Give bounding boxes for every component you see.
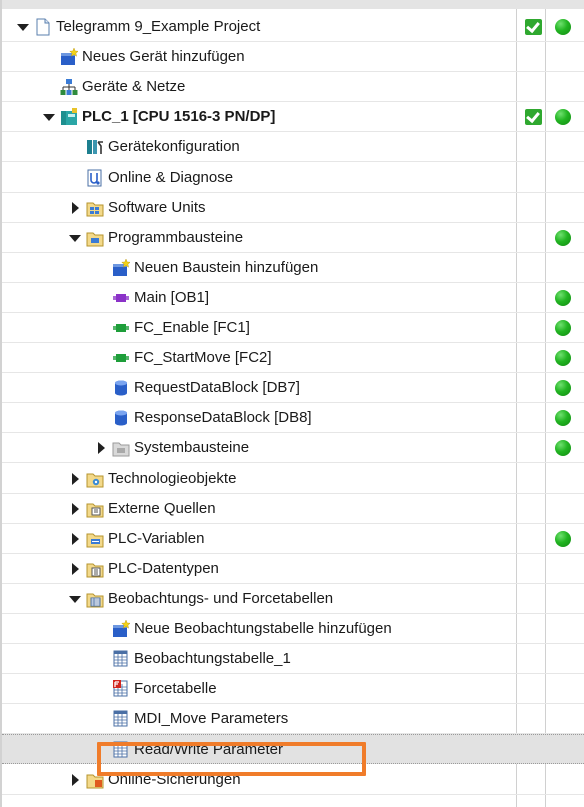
tree-item-fc-enable-fc1[interactable]: FC_Enable [FC1]: [2, 313, 584, 343]
tree-item-label: FC_Enable [FC1]: [134, 319, 250, 336]
tree-item-technologieobjekte[interactable]: Technologieobjekte: [2, 464, 584, 494]
tree-item-ger-te-netze[interactable]: Geräte & Netze: [2, 72, 584, 103]
tree-item-label: Neues Gerät hinzufügen: [82, 48, 245, 66]
db-block-icon: [112, 379, 130, 397]
tree-item-label: Beobachtungs- und Forcetabellen: [108, 589, 334, 607]
folder-blocks-icon: [86, 229, 104, 247]
watch-table-icon: [112, 650, 130, 668]
collapse-arrow-icon[interactable]: [42, 110, 56, 124]
tree-item-label: Software Units: [108, 198, 206, 216]
folder-tags-icon: [86, 530, 104, 548]
ob-block-icon: [112, 289, 130, 307]
tree-item-label: Systembausteine: [134, 439, 250, 457]
tree-item-label: FC_StartMove [FC2]: [134, 349, 272, 367]
tree-item-plc-datentypen[interactable]: PLC-Datentypen: [2, 554, 584, 584]
online-status-icon: [555, 380, 571, 397]
tree-item-label: Beobachtungstabelle_1: [134, 650, 291, 668]
tree-item-label: Externe Quellen: [108, 499, 216, 517]
expand-arrow-icon[interactable]: [68, 562, 82, 576]
tree-item-label: Programmbausteine: [108, 228, 244, 246]
folder-external-icon: [86, 500, 104, 518]
add-new-icon: [60, 48, 78, 66]
folder-units-icon: [86, 199, 104, 217]
tree-item-externe-quellen[interactable]: Externe Quellen: [2, 494, 584, 524]
add-new-icon: [112, 258, 130, 277]
folder-system-icon: [112, 439, 130, 457]
highlight-box: [97, 742, 366, 776]
tree-item-fc-startmove-fc2[interactable]: FC_StartMove [FC2]: [2, 343, 584, 374]
expand-arrow-icon[interactable]: [68, 472, 82, 486]
diagnostics-icon: [86, 169, 104, 187]
online-status-icon: [555, 530, 571, 547]
folder-datatypes-icon: [86, 560, 104, 578]
tree-item-neue-beobachtungstabelle-hinzuf-gen[interactable]: Neue Beobachtungstabelle hinzufügen: [2, 614, 584, 644]
online-status-icon: [555, 229, 571, 246]
tree-item-label: PLC_1 [CPU 1516-3 PN/DP]: [82, 108, 276, 126]
tree-item-label: RequestDataBlock [DB7]: [134, 379, 300, 397]
fc-block-icon: [112, 349, 130, 367]
tree-item-label: Main [OB1]: [134, 288, 210, 306]
online-status-icon: [555, 289, 571, 306]
tree-item-main-ob1[interactable]: Main [OB1]: [2, 283, 584, 313]
tree-item-forcetabelle[interactable]: Forcetabelle: [2, 674, 584, 705]
project-icon: [34, 18, 52, 36]
tree-item-beobachtungstabelle-1[interactable]: Beobachtungstabelle_1: [2, 644, 584, 675]
collapse-arrow-icon[interactable]: [68, 592, 82, 606]
tree-item-requestdatablock-db7[interactable]: RequestDataBlock [DB7]: [2, 373, 584, 404]
online-status-icon: [555, 320, 571, 336]
consistency-check-icon: [525, 19, 542, 35]
expand-arrow-icon[interactable]: [68, 502, 82, 516]
tree-item-label: Telegramm 9_Example Project: [56, 18, 261, 35]
online-status-icon: [555, 350, 571, 367]
tree-item-label: Neue Beobachtungstabelle hinzufügen: [134, 620, 392, 637]
db-block-icon: [112, 409, 130, 427]
online-status-icon: [555, 19, 571, 35]
watch-table-icon: [112, 710, 130, 728]
tree-item-label: Forcetabelle: [134, 680, 217, 698]
tree-item-systembausteine[interactable]: Systembausteine: [2, 433, 584, 464]
consistency-check-icon: [525, 109, 542, 126]
folder-watch-icon: [86, 590, 104, 608]
collapse-arrow-icon[interactable]: [16, 20, 30, 34]
tree-item-label: Online & Diagnose: [108, 168, 234, 186]
force-table-icon: [112, 680, 130, 698]
expand-arrow-icon[interactable]: [68, 773, 82, 787]
tree-item-label: Technologieobjekte: [108, 469, 237, 487]
project-tree: Telegramm 9_Example Project Neues Gerät h…: [0, 0, 584, 807]
fc-block-icon: [112, 319, 130, 337]
tree-item-label: Geräte & Netze: [82, 78, 186, 96]
tree-item-label: ResponseDataBlock [DB8]: [134, 409, 312, 427]
online-status-icon: [555, 410, 571, 427]
tree-item-label: PLC-Variablen: [108, 529, 205, 547]
tree-item-neuen-baustein-hinzuf-gen[interactable]: Neuen Baustein hinzufügen: [2, 253, 584, 283]
device-config-icon: [86, 138, 104, 156]
plc-icon: [60, 108, 78, 126]
expand-arrow-icon[interactable]: [68, 201, 82, 215]
tree-item-label: Gerätekonfiguration: [108, 138, 240, 156]
tree-item-label: PLC-Datentypen: [108, 559, 219, 577]
tree-item-online-diagnose[interactable]: Online & Diagnose: [2, 163, 584, 193]
network-icon: [60, 78, 78, 96]
tree-item-telegramm-9-example-project[interactable]: Telegramm 9_Example Project: [2, 12, 584, 42]
online-status-icon: [555, 440, 571, 457]
tree-item-software-units[interactable]: Software Units: [2, 193, 584, 223]
tree-header-bar: [0, 0, 584, 9]
tree-item-responsedatablock-db8[interactable]: ResponseDataBlock [DB8]: [2, 403, 584, 434]
tree-item-neues-ger-t-hinzuf-gen[interactable]: Neues Gerät hinzufügen: [2, 42, 584, 73]
tree-item-plc-variablen[interactable]: PLC-Variablen: [2, 524, 584, 554]
tree-item-plc-1-cpu-1516-3-pn-dp[interactable]: PLC_1 [CPU 1516-3 PN/DP]: [2, 102, 584, 133]
expand-arrow-icon[interactable]: [94, 441, 108, 455]
tree-item-ger-tekonfiguration[interactable]: Gerätekonfiguration: [2, 132, 584, 163]
tree-item-label: Neuen Baustein hinzufügen: [134, 258, 319, 276]
online-status-icon: [555, 109, 571, 126]
tree-item-mdi-move-parameters[interactable]: MDI_Move Parameters: [2, 704, 584, 735]
tree-item-label: MDI_Move Parameters: [134, 710, 289, 728]
folder-tech-icon: [86, 470, 104, 488]
expand-arrow-icon[interactable]: [68, 532, 82, 546]
tree-item-programmbausteine[interactable]: Programmbausteine: [2, 223, 584, 253]
tree-item-beobachtungs-und-forcetabellen[interactable]: Beobachtungs- und Forcetabellen: [2, 584, 584, 614]
collapse-arrow-icon[interactable]: [68, 231, 82, 245]
add-new-icon: [112, 620, 130, 638]
